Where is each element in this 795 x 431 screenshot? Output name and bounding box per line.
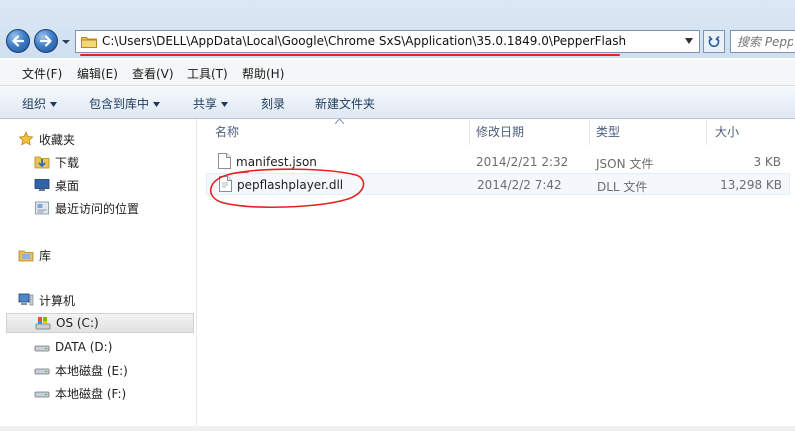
column-header-type[interactable]: 类型 [596,123,620,140]
nav-libraries[interactable]: 库 [18,245,194,265]
file-type: DLL 文件 [597,180,648,194]
address-dropdown-icon[interactable] [685,38,693,44]
search-box[interactable] [730,30,795,53]
star-icon [18,131,34,146]
search-input[interactable] [731,31,795,52]
hard-drive-icon [34,345,50,352]
arrow-right-icon [39,35,52,47]
command-toolbar: 组织 包含到库中 共享 刻录 新建文件夹 [0,86,795,119]
file-size: 3 KB [753,155,781,169]
file-size: 13,298 KB [720,178,782,192]
nav-drive-c[interactable]: OS (C:) [6,313,194,333]
navigation-pane: 收藏夹 下载 桌面 最近访问的位置 库 计算机 OS (C:) DATA (D:… [0,119,197,431]
chevron-down-icon [153,102,161,107]
nav-drive-c-label: OS (C:) [56,316,99,330]
menu-file[interactable]: 文件(F) [22,65,62,82]
file-modified: 2014/2/2 7:42 [477,178,562,192]
nav-computer-label: 计算机 [39,293,76,308]
folder-icon [81,37,97,48]
red-underline-annotation [80,54,620,56]
nav-recent-label: 最近访问的位置 [55,201,140,216]
nav-desktop-label: 桌面 [55,178,80,193]
desktop-icon [34,179,50,191]
file-row[interactable]: manifest.json 2014/2/21 2:32 JSON 文件 3 K… [197,151,795,173]
file-list-pane: 名称 修改日期 类型 大小 manifest.json 2014/2/21 2:… [197,119,795,431]
address-box[interactable]: C:\Users\DELL\AppData\Local\Google\Chrom… [75,30,700,53]
burn-button[interactable]: 刻录 [261,95,285,112]
address-bar-row: C:\Users\DELL\AppData\Local\Google\Chrom… [0,0,795,58]
chevron-down-icon [50,102,58,107]
column-divider[interactable] [589,119,590,145]
nav-drive-d[interactable]: DATA (D:) [34,337,194,357]
downloads-folder-icon [34,156,50,169]
nav-drive-e-label: 本地磁盘 (E:) [55,363,128,378]
menu-tools[interactable]: 工具(T) [187,65,228,82]
nav-favorites[interactable]: 收藏夹 [18,129,194,149]
computer-icon [18,293,34,306]
hard-drive-icon [34,391,50,398]
nav-drive-e[interactable]: 本地磁盘 (E:) [34,360,194,380]
refresh-icon [708,35,720,47]
share-button[interactable]: 共享 [193,95,229,112]
nav-drive-d-label: DATA (D:) [55,340,113,354]
nav-recent[interactable]: 最近访问的位置 [34,198,194,218]
nav-libraries-label: 库 [39,248,52,263]
include-in-library-label: 包含到库中 [89,97,150,111]
nav-desktop[interactable]: 桌面 [34,175,194,195]
nav-favorites-label: 收藏夹 [39,132,76,147]
column-divider[interactable] [469,119,470,145]
recent-places-icon [35,201,49,215]
menu-bar: 文件(F) 编辑(E) 查看(V) 工具(T) 帮助(H) [0,60,795,86]
nav-computer[interactable]: 计算机 [18,290,194,310]
menu-help[interactable]: 帮助(H) [242,65,284,82]
file-icon [218,153,231,169]
file-type: JSON 文件 [596,157,654,171]
libraries-icon [18,250,34,262]
nav-downloads-label: 下载 [55,155,80,170]
recent-pages-chevron-icon[interactable] [61,37,71,47]
forward-button[interactable] [34,29,58,53]
nav-downloads[interactable]: 下载 [34,152,194,172]
organize-button[interactable]: 组织 [22,95,58,112]
sort-ascending-icon [335,119,344,124]
include-in-library-button[interactable]: 包含到库中 [89,95,161,112]
arrow-left-icon [12,35,25,47]
menu-view[interactable]: 查看(V) [132,65,174,82]
file-name: pepflashplayer.dll [237,178,344,192]
organize-label: 组织 [22,97,47,111]
file-modified: 2014/2/21 2:32 [476,155,569,169]
file-name: manifest.json [236,155,317,169]
column-header-modified[interactable]: 修改日期 [476,123,524,140]
column-header-name[interactable]: 名称 [215,123,239,140]
new-folder-button[interactable]: 新建文件夹 [315,95,375,112]
dll-file-icon [219,176,232,192]
nav-drive-f-label: 本地磁盘 (F:) [55,386,127,401]
share-label: 共享 [193,97,218,111]
system-drive-icon [35,317,51,330]
address-path[interactable]: C:\Users\DELL\AppData\Local\Google\Chrom… [102,34,626,48]
column-divider[interactable] [706,119,707,145]
refresh-button[interactable] [703,30,725,53]
column-header-size[interactable]: 大小 [715,123,739,140]
chevron-down-icon [221,102,229,107]
hard-drive-icon [34,368,50,375]
menu-edit[interactable]: 编辑(E) [77,65,118,82]
file-row[interactable]: pepflashplayer.dll 2014/2/2 7:42 DLL 文件 … [206,173,790,195]
back-button[interactable] [6,29,30,53]
horizontal-scrollbar[interactable] [0,426,795,431]
nav-drive-f[interactable]: 本地磁盘 (F:) [34,383,194,403]
